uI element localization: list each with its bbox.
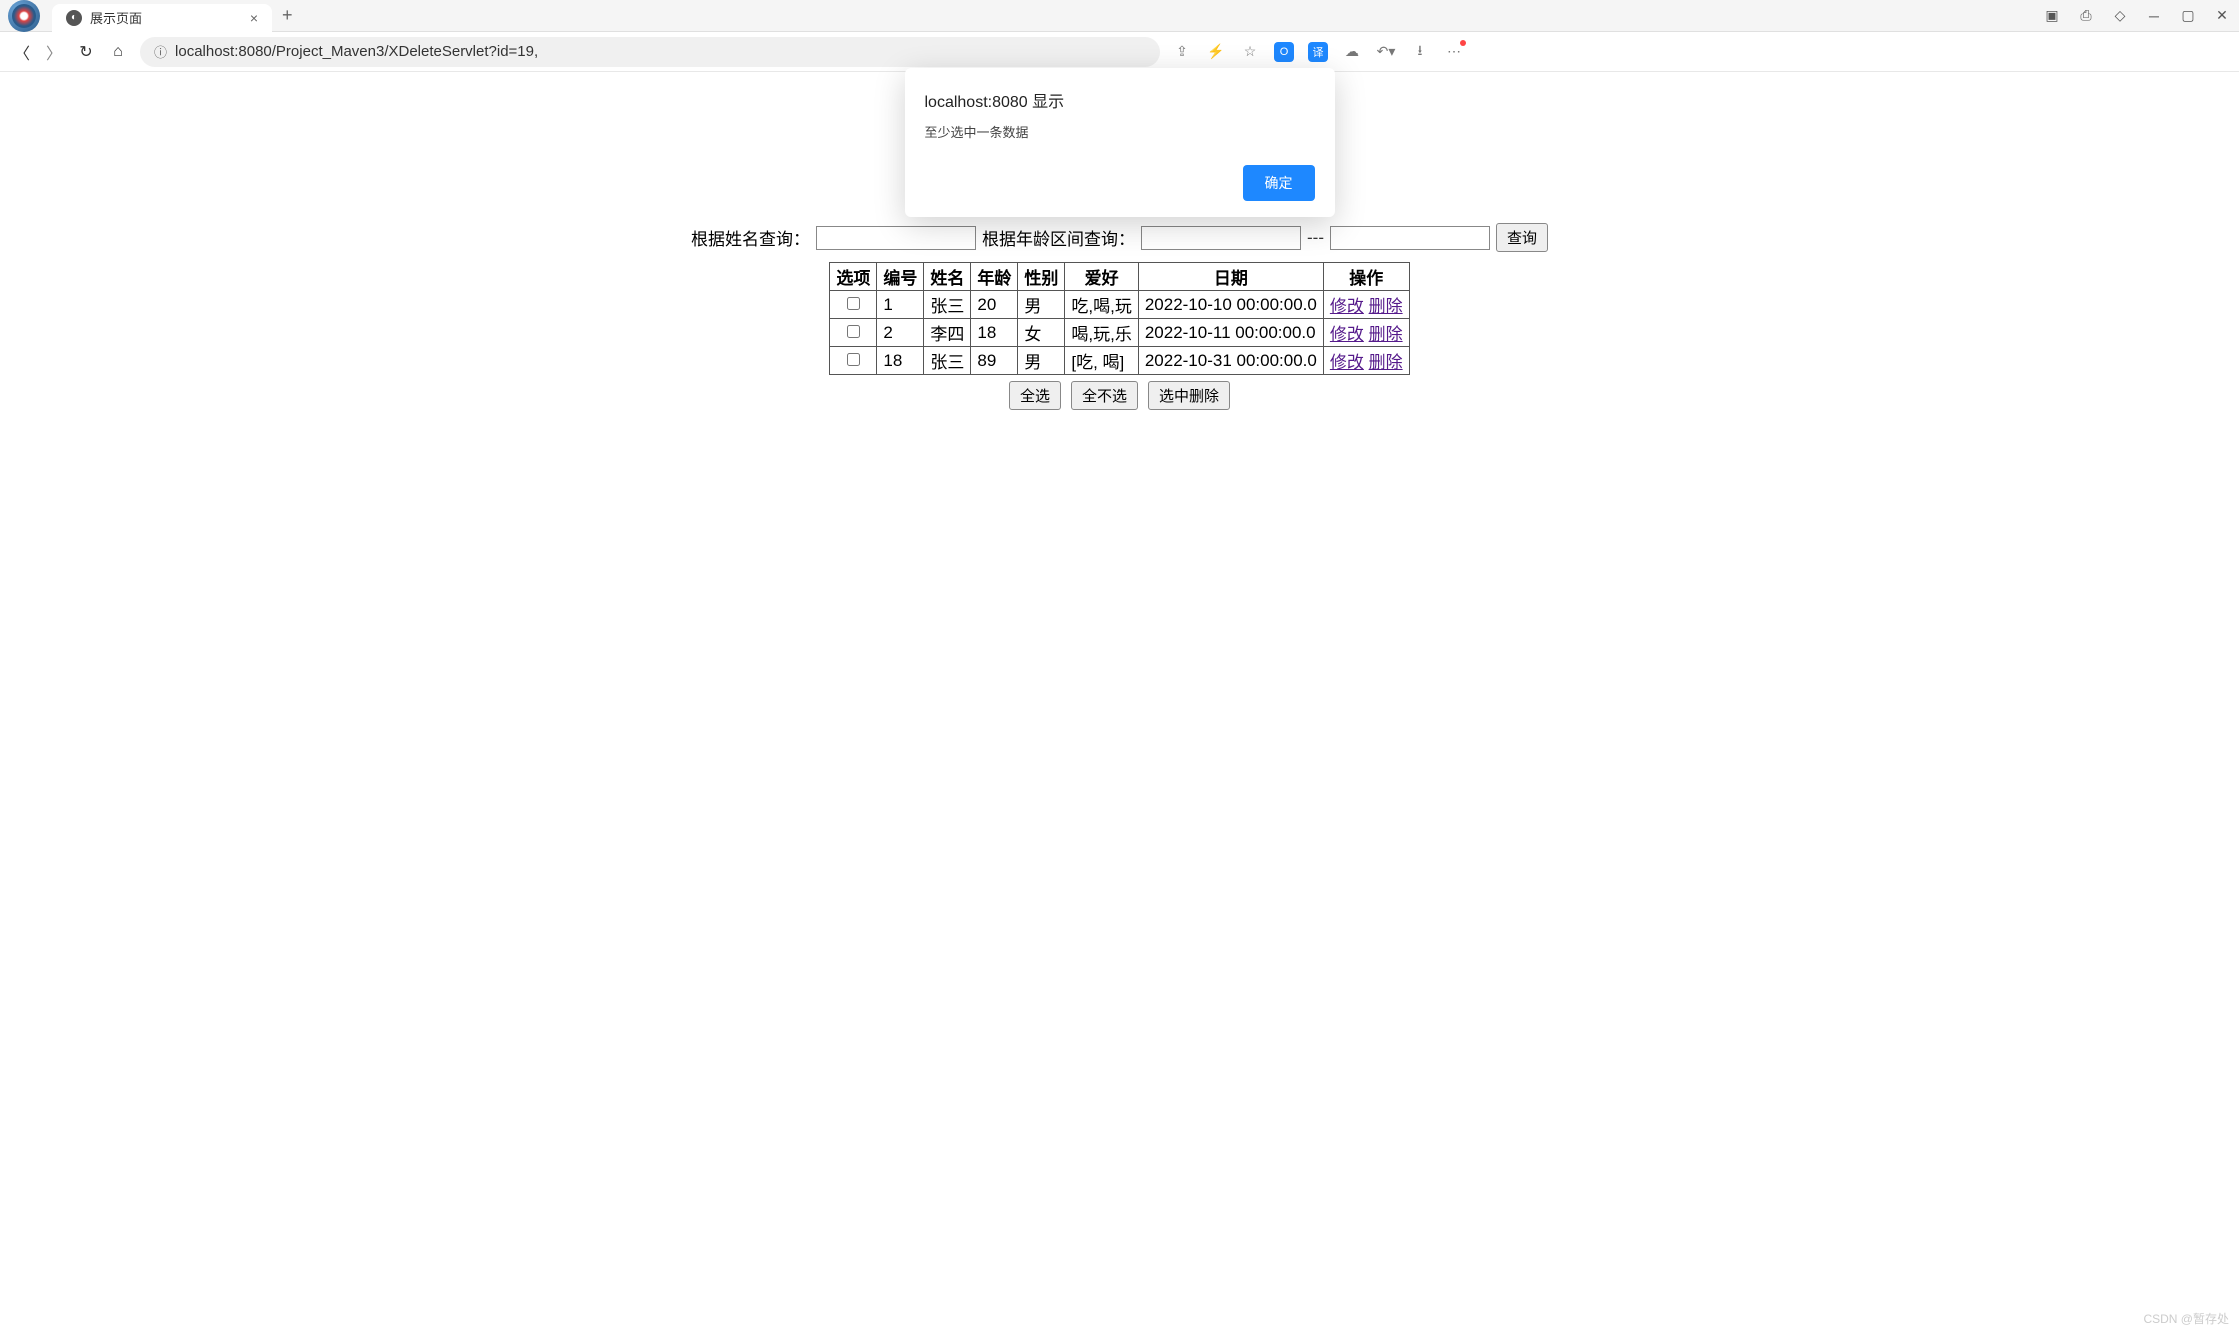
alert-title: localhost:8080 显示 — [925, 88, 1315, 112]
alert-dialog: localhost:8080 显示 至少选中一条数据 确定 — [905, 68, 1335, 217]
alert-dialog-backdrop: localhost:8080 显示 至少选中一条数据 确定 — [0, 0, 2239, 1333]
alert-message: 至少选中一条数据 — [925, 122, 1315, 141]
alert-ok-button[interactable]: 确定 — [1243, 165, 1315, 201]
